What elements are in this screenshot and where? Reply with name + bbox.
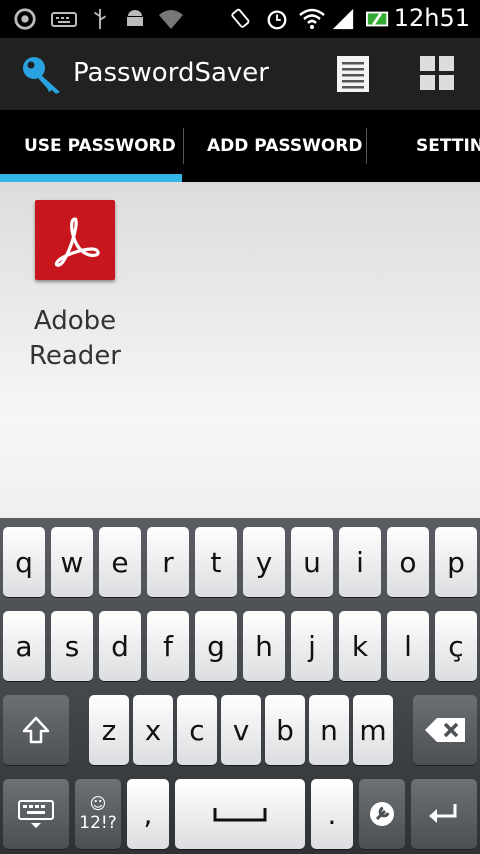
- tab-add-password[interactable]: ADD PASSWORD: [207, 110, 362, 182]
- app-item-adobe-reader[interactable]: Adobe Reader: [10, 200, 140, 374]
- grid-icon[interactable]: [418, 54, 458, 94]
- key-n[interactable]: n: [309, 695, 349, 765]
- app-label-line: Adobe: [33, 306, 117, 336]
- key-c[interactable]: c: [177, 695, 217, 765]
- key-d[interactable]: d: [99, 611, 141, 681]
- symbols-key[interactable]: ☺ 12!?: [75, 779, 121, 849]
- tab-divider: [183, 128, 184, 164]
- tab-indicator: [0, 174, 182, 182]
- key-p[interactable]: p: [435, 527, 477, 597]
- key-q[interactable]: q: [3, 527, 45, 597]
- alarm-icon: [267, 10, 287, 30]
- status-time: 12h51: [393, 4, 470, 32]
- space-key[interactable]: [175, 779, 305, 849]
- rotate-icon: [231, 8, 250, 28]
- key-a[interactable]: a: [3, 611, 45, 681]
- key-c-cedilla[interactable]: ç: [435, 611, 477, 681]
- comma-key[interactable]: ,: [127, 779, 169, 849]
- adobe-reader-icon: [35, 200, 115, 280]
- smiley-icon: ☺: [89, 794, 107, 813]
- app-label: Adobe Reader: [10, 304, 140, 374]
- emoji-keyboard-key[interactable]: [3, 779, 69, 849]
- key-e[interactable]: e: [99, 527, 141, 597]
- app-label-line: Reader: [28, 341, 121, 371]
- key-k[interactable]: k: [339, 611, 381, 681]
- usb-icon: [93, 8, 107, 30]
- period-key[interactable]: .: [311, 779, 353, 849]
- action-bar: PasswordSaver: [0, 38, 480, 110]
- enter-key[interactable]: [411, 779, 477, 849]
- soft-keyboard: q w e r t y u i o p a s d f g h j k l ç …: [0, 518, 480, 854]
- wifi-icon: [299, 8, 325, 29]
- backspace-key[interactable]: [413, 695, 477, 765]
- key-y[interactable]: y: [243, 527, 285, 597]
- status-bar: 12h51: [0, 0, 480, 38]
- key-w[interactable]: w: [51, 527, 93, 597]
- wifi-question-icon: [159, 10, 183, 29]
- key-z[interactable]: z: [89, 695, 129, 765]
- sync-icon: [14, 8, 36, 30]
- app-grid: Adobe Reader: [0, 182, 480, 518]
- enter-icon: [429, 804, 457, 823]
- tab-bar: USE PASSWORD ADD PASSWORD SETTINGS: [0, 110, 480, 182]
- battery-charging-icon: [366, 11, 389, 27]
- space-icon: [213, 808, 267, 822]
- key-f[interactable]: f: [147, 611, 189, 681]
- key-u[interactable]: u: [291, 527, 333, 597]
- key-g[interactable]: g: [195, 611, 237, 681]
- key-o[interactable]: o: [387, 527, 429, 597]
- list-icon[interactable]: [334, 54, 374, 94]
- key-i[interactable]: i: [339, 527, 381, 597]
- tab-settings[interactable]: SETTINGS: [416, 110, 480, 182]
- keyboard-icon: [51, 12, 77, 27]
- symbols-label: 12!?: [79, 813, 117, 833]
- key-h[interactable]: h: [243, 611, 285, 681]
- app-title: PasswordSaver: [73, 58, 269, 88]
- key-s[interactable]: s: [51, 611, 93, 681]
- settings-key[interactable]: [359, 779, 405, 849]
- backspace-icon: [425, 718, 465, 742]
- key-r[interactable]: r: [147, 527, 189, 597]
- key-m[interactable]: m: [353, 695, 393, 765]
- key-icon: [23, 57, 60, 94]
- keyboard-settings-icon: [18, 800, 54, 828]
- android-icon: [127, 10, 143, 26]
- key-l[interactable]: l: [387, 611, 429, 681]
- tab-use-password[interactable]: USE PASSWORD: [24, 110, 176, 182]
- key-j[interactable]: j: [291, 611, 333, 681]
- key-v[interactable]: v: [221, 695, 261, 765]
- key-b[interactable]: b: [265, 695, 305, 765]
- wrench-icon: [370, 802, 394, 826]
- shift-icon: [22, 716, 50, 744]
- shift-key[interactable]: [3, 695, 69, 765]
- tab-divider: [366, 128, 367, 164]
- signal-icon: [332, 8, 354, 30]
- key-x[interactable]: x: [133, 695, 173, 765]
- key-t[interactable]: t: [195, 527, 237, 597]
